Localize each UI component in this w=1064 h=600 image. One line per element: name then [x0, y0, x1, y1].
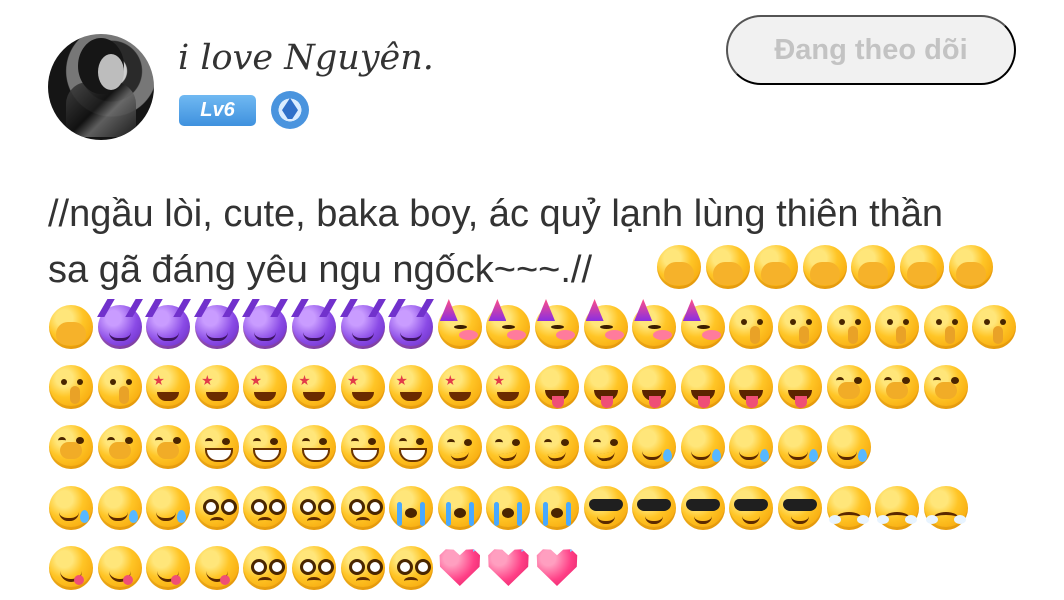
- bio-line-1: //ngầu lòi, cute, baka boy, ác quỷ lạnh …: [48, 193, 944, 235]
- smirking-face-icon: [437, 425, 482, 469]
- partying-face-icon: [680, 305, 725, 349]
- smirking-face-icon: [486, 425, 531, 469]
- face-with-hand-over-eyes-icon: [49, 305, 93, 349]
- shushing-face-icon: [875, 305, 920, 349]
- pleading-face-icon: [340, 486, 385, 530]
- pleading-face-icon: [243, 486, 288, 530]
- profile-header: i love Nguyên. Lv6 Đang theo dõi: [48, 15, 1016, 144]
- shushing-face-icon: [97, 365, 142, 409]
- smiling-face-with-horns-icon: [96, 299, 143, 349]
- pleading-face-icon: [194, 486, 239, 530]
- partying-face-icon: [583, 305, 628, 349]
- face-with-tongue-icon: [778, 365, 822, 409]
- star-struck-icon: [437, 365, 482, 409]
- following-button[interactable]: Đang theo dõi: [726, 15, 1016, 85]
- star-struck-icon: [243, 365, 288, 409]
- smiling-face-with-horns-icon: [145, 299, 192, 349]
- verified-pen-icon: [271, 91, 309, 129]
- smiling-face-with-tear-icon: [826, 425, 871, 469]
- face-savoring-food-icon: [97, 546, 142, 590]
- smirking-face-icon: [535, 425, 579, 469]
- partying-face-icon: [535, 305, 579, 349]
- face-with-tongue-icon: [729, 365, 774, 409]
- star-struck-icon: [194, 365, 239, 409]
- smiling-face-with-tear-icon: [49, 486, 93, 530]
- smiling-face-with-tear-icon: [97, 486, 142, 530]
- face-with-hand-over-mouth-icon: [826, 365, 871, 409]
- face-with-hand-over-eyes-icon: [657, 245, 701, 289]
- avatar[interactable]: [48, 34, 154, 140]
- face-savoring-food-icon: [146, 546, 191, 590]
- smiling-face-with-tear-icon: [632, 425, 677, 469]
- face-with-tongue-icon: [632, 365, 677, 409]
- face-with-hand-over-mouth-icon: [146, 425, 191, 469]
- face-savoring-food-icon: [194, 546, 239, 590]
- face-savoring-food-icon: [49, 546, 93, 590]
- grinning-face-icon: [292, 425, 336, 469]
- pleading-face-icon: [292, 486, 336, 530]
- star-struck-icon: [340, 365, 385, 409]
- smiling-face-with-tear-icon: [146, 486, 191, 530]
- shushing-face-icon: [923, 305, 968, 349]
- smiling-face-with-tear-icon: [680, 425, 725, 469]
- shushing-face-icon: [826, 305, 871, 349]
- partying-face-icon: [632, 305, 677, 349]
- star-struck-icon: [146, 365, 191, 409]
- face-with-steam-from-nose-icon: [826, 486, 871, 530]
- heart-with-arrow-icon: [439, 549, 481, 586]
- face-with-tongue-icon: [680, 365, 725, 409]
- loudly-crying-face-icon: [535, 486, 579, 530]
- star-struck-icon: [389, 365, 434, 409]
- shushing-face-icon: [729, 305, 774, 349]
- face-with-tongue-icon: [583, 365, 628, 409]
- face-with-hand-over-eyes-icon: [900, 245, 944, 289]
- shushing-face-icon: [972, 305, 1017, 349]
- smiling-face-with-sunglasses-icon: [632, 486, 677, 530]
- face-with-steam-from-nose-icon: [875, 486, 920, 530]
- face-with-hand-over-mouth-icon: [97, 425, 142, 469]
- partying-face-icon: [437, 305, 482, 349]
- loudly-crying-face-icon: [389, 486, 434, 530]
- smiling-face-with-horns-icon: [291, 299, 337, 349]
- star-struck-icon: [486, 365, 531, 409]
- face-with-hand-over-mouth-icon: [49, 425, 93, 469]
- username[interactable]: i love Nguyên.: [178, 38, 434, 78]
- face-with-hand-over-mouth-icon: [923, 365, 968, 409]
- pleading-face-icon: [389, 546, 434, 590]
- heart-with-arrow-icon: [488, 549, 529, 586]
- smiling-face-with-sunglasses-icon: [680, 486, 725, 530]
- grinning-face-icon: [194, 425, 239, 469]
- smiling-face-with-horns-icon: [242, 299, 289, 349]
- pleading-face-icon: [243, 546, 288, 590]
- grinning-face-icon: [243, 425, 288, 469]
- smirking-face-icon: [583, 425, 628, 469]
- smiling-face-with-sunglasses-icon: [583, 486, 628, 530]
- face-with-steam-from-nose-icon: [923, 486, 968, 530]
- face-with-hand-over-mouth-icon: [875, 365, 920, 409]
- face-with-tongue-icon: [535, 365, 579, 409]
- face-with-hand-over-eyes-icon: [948, 245, 993, 289]
- grinning-face-icon: [340, 425, 385, 469]
- smiling-face-with-horns-icon: [193, 299, 240, 349]
- level-badge: Lv6: [179, 95, 256, 126]
- smiling-face-with-horns-icon: [388, 299, 435, 349]
- shushing-face-icon: [778, 305, 822, 349]
- smiling-face-with-tear-icon: [778, 425, 822, 469]
- partying-face-icon: [486, 305, 531, 349]
- pleading-face-icon: [340, 546, 385, 590]
- smiling-face-with-horns-icon: [339, 299, 386, 349]
- pleading-face-icon: [292, 546, 336, 590]
- smiling-face-with-sunglasses-icon: [729, 486, 774, 530]
- face-with-hand-over-eyes-icon: [802, 245, 847, 289]
- heart-with-arrow-icon: [536, 549, 578, 586]
- grinning-face-icon: [389, 425, 434, 469]
- face-with-hand-over-eyes-icon: [754, 245, 799, 289]
- loudly-crying-face-icon: [437, 486, 482, 530]
- smiling-face-with-tear-icon: [729, 425, 774, 469]
- shushing-face-icon: [49, 365, 93, 409]
- smiling-face-with-sunglasses-icon: [778, 486, 822, 530]
- loudly-crying-face-icon: [486, 486, 531, 530]
- face-with-hand-over-eyes-icon: [705, 245, 750, 289]
- star-struck-icon: [292, 365, 336, 409]
